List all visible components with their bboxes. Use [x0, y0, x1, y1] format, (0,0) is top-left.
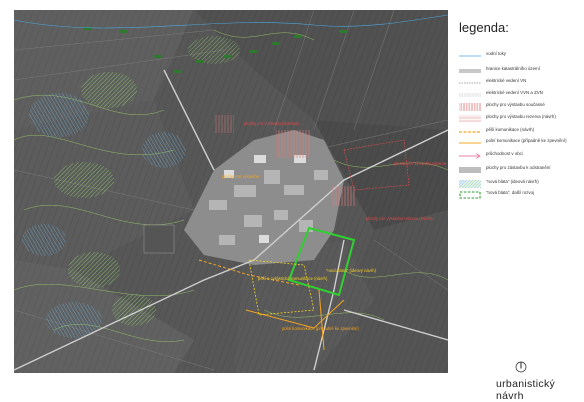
legend-item: hranice katastrálního území	[459, 65, 581, 77]
legend-item: plochy pro výstavbu současné	[459, 101, 581, 113]
legend-item: elektrické vedení VN	[459, 77, 581, 89]
legend-symbol-icon	[459, 131, 481, 133]
legend-item: "nová blata", další rozvoj	[459, 189, 581, 201]
legend-symbol-icon	[459, 93, 481, 97]
legend-item-label: plochy pro zástavbu k odstranění	[486, 165, 551, 170]
legend-symbol-icon	[459, 69, 481, 73]
legend-item: průchodnost v obci	[459, 150, 581, 162]
legend-item-label: plochy pro výstavbu rezerva (návrh)	[486, 114, 556, 119]
legend-symbol-icon	[459, 153, 481, 159]
legend-title: legenda:	[459, 20, 509, 35]
map-label: plochy pro výstavbu rezerva	[394, 161, 447, 166]
legend-symbol-icon	[459, 82, 481, 84]
legend-item-label: elektrické vedení VVN a ZVN	[486, 90, 543, 95]
legend-symbol-icon	[459, 55, 481, 57]
map-label: plochy pro výstavbu	[222, 174, 260, 179]
legend-symbol-icon	[459, 191, 481, 199]
north-arrow-icon	[515, 361, 527, 373]
legend-item: elektrické vedení VVN a ZVN	[459, 89, 581, 101]
plan-title: urbanistický návrh	[496, 378, 556, 402]
legend-symbol-icon	[459, 103, 481, 111]
legend-item: plochy pro zástavbu k odstranění	[459, 164, 581, 176]
legend-item-label: hranice katastrálního území	[486, 66, 540, 71]
legend-symbol-icon	[459, 180, 481, 188]
legend-item-label: průchodnost v obci	[486, 151, 523, 156]
legend-item: vodní toky	[459, 50, 581, 62]
legend-item-label: "nová blata" (ideová návrh)	[486, 179, 539, 184]
map-label: plochy pro výstavbu rezerva (návrh)	[366, 216, 433, 221]
legend-item: polní komunikace (případně ke zpevnění)	[459, 137, 581, 149]
legend-item-label: "nová blata", další rozvoj	[486, 190, 535, 195]
legend-symbol-icon	[459, 167, 481, 173]
legend-item-label: pěší komunikace (návrh)	[486, 127, 535, 132]
legend-item-label: polní komunikace (případně ke zpevnění)	[486, 138, 567, 143]
legend-item-label: elektrické vedení VN	[486, 78, 527, 83]
legend-symbol-icon	[459, 142, 481, 144]
aerial-map: plochy pro výstavbu (rezerva) plochy pro…	[14, 10, 448, 373]
legend-symbol-icon	[459, 115, 481, 122]
map-label: "nová blata" (ideový návrh)	[326, 268, 377, 273]
legend-item-label: plochy pro výstavbu současné	[486, 102, 545, 107]
map-label: plochy pro výstavbu (rezerva)	[244, 121, 300, 126]
map-label: polní komunikace (případně ke zpevnění)	[282, 326, 359, 331]
map-label: pěší a cyklistická komunikace (návrh)	[258, 276, 328, 281]
legend-item: plochy pro výstavbu rezerva (návrh)	[459, 113, 581, 125]
legend-item-label: vodní toky	[486, 51, 507, 56]
